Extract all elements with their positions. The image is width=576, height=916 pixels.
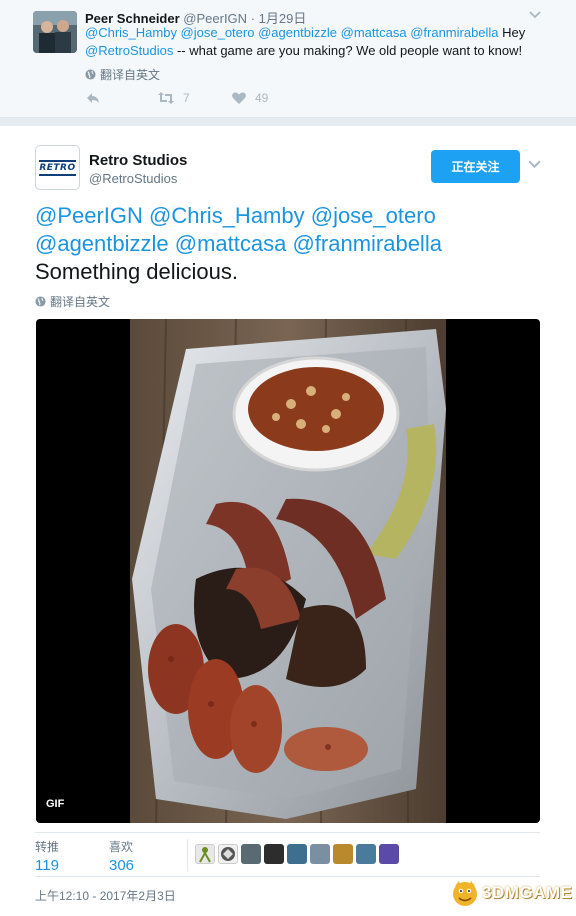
avatar[interactable] [356, 844, 376, 864]
like-count: 49 [255, 91, 269, 105]
avatar[interactable] [287, 844, 307, 864]
gif-media[interactable]: GIF [36, 319, 540, 823]
tweet-text-hey: Hey [498, 25, 526, 40]
watermark-logo-icon [453, 881, 477, 906]
likes-stat[interactable]: 喜欢 306 [109, 838, 134, 874]
retweet-button[interactable]: 7 [157, 90, 231, 106]
globe-icon [35, 296, 46, 307]
retro-logo: RETRO [39, 159, 76, 176]
avatar[interactable] [33, 11, 77, 53]
likes-count: 306 [109, 857, 135, 874]
tweet-stats: 转推 119 喜欢 306 [35, 832, 540, 877]
retweets-label: 转推 [35, 840, 60, 854]
avatar[interactable] [218, 844, 238, 864]
main-tweet: RETRO Retro Studios @RetroStudios 正在关注 @… [0, 126, 576, 916]
chevron-down-icon[interactable] [528, 7, 542, 21]
tweet-actions: 7 49 [85, 90, 268, 106]
globe-icon [85, 69, 96, 80]
gif-badge: GIF [46, 798, 65, 810]
translate-label: 翻译自英文 [50, 295, 111, 309]
retweet-count: 7 [183, 91, 190, 105]
display-name[interactable]: Retro Studios [89, 152, 187, 169]
translate-label: 翻译自英文 [100, 68, 161, 82]
reply-button[interactable] [85, 90, 157, 106]
tweet-text: @PeerIGN @Chris_Hamby @jose_otero @agent… [35, 202, 545, 286]
avatar[interactable] [241, 844, 261, 864]
avatar[interactable] [264, 844, 284, 864]
username[interactable]: @RetroStudios [89, 171, 177, 186]
site-watermark: 3DMGAME [450, 878, 572, 908]
divider [187, 839, 188, 871]
avatar[interactable]: RETRO [35, 145, 80, 190]
avatar[interactable] [379, 844, 399, 864]
avatar[interactable] [195, 844, 215, 864]
avatar[interactable] [333, 844, 353, 864]
following-button[interactable]: 正在关注 [431, 150, 520, 183]
tweet-body: Something delicious. [35, 259, 239, 284]
translate-link[interactable]: 翻译自英文 [35, 293, 110, 310]
retweets-stat[interactable]: 转推 119 [35, 838, 59, 874]
translate-link[interactable]: 翻译自英文 [85, 66, 160, 83]
watermark-text: 3DMGAME [482, 883, 573, 902]
mention-retrostudios[interactable]: @RetroStudios [85, 43, 173, 58]
reply-icon [87, 93, 99, 103]
tweet-text-rest: -- what game are you making? We old peop… [173, 43, 523, 58]
likes-label: 喜欢 [109, 840, 134, 854]
food-image [130, 319, 446, 823]
mention-links[interactable]: @Chris_Hamby @jose_otero @agentbizzle @m… [85, 25, 499, 40]
chevron-down-icon[interactable] [527, 156, 542, 171]
liker-avatars [195, 844, 399, 864]
retweet-icon [158, 92, 174, 104]
parent-tweet[interactable]: Peer Schneider @PeerIGN · 1月29日 @Chris_H… [0, 0, 576, 118]
avatar-photo [33, 11, 77, 53]
like-button[interactable]: 49 [231, 90, 268, 106]
tweet-timestamp: 上午12:10 - 2017年2月3日 [35, 889, 176, 903]
retweets-count: 119 [35, 857, 59, 874]
tweet-text: @Chris_Hamby @jose_otero @agentbizzle @m… [85, 24, 545, 60]
avatar[interactable] [310, 844, 330, 864]
mention-links[interactable]: @PeerIGN @Chris_Hamby @jose_otero @agent… [35, 203, 442, 256]
heart-icon [232, 92, 246, 104]
